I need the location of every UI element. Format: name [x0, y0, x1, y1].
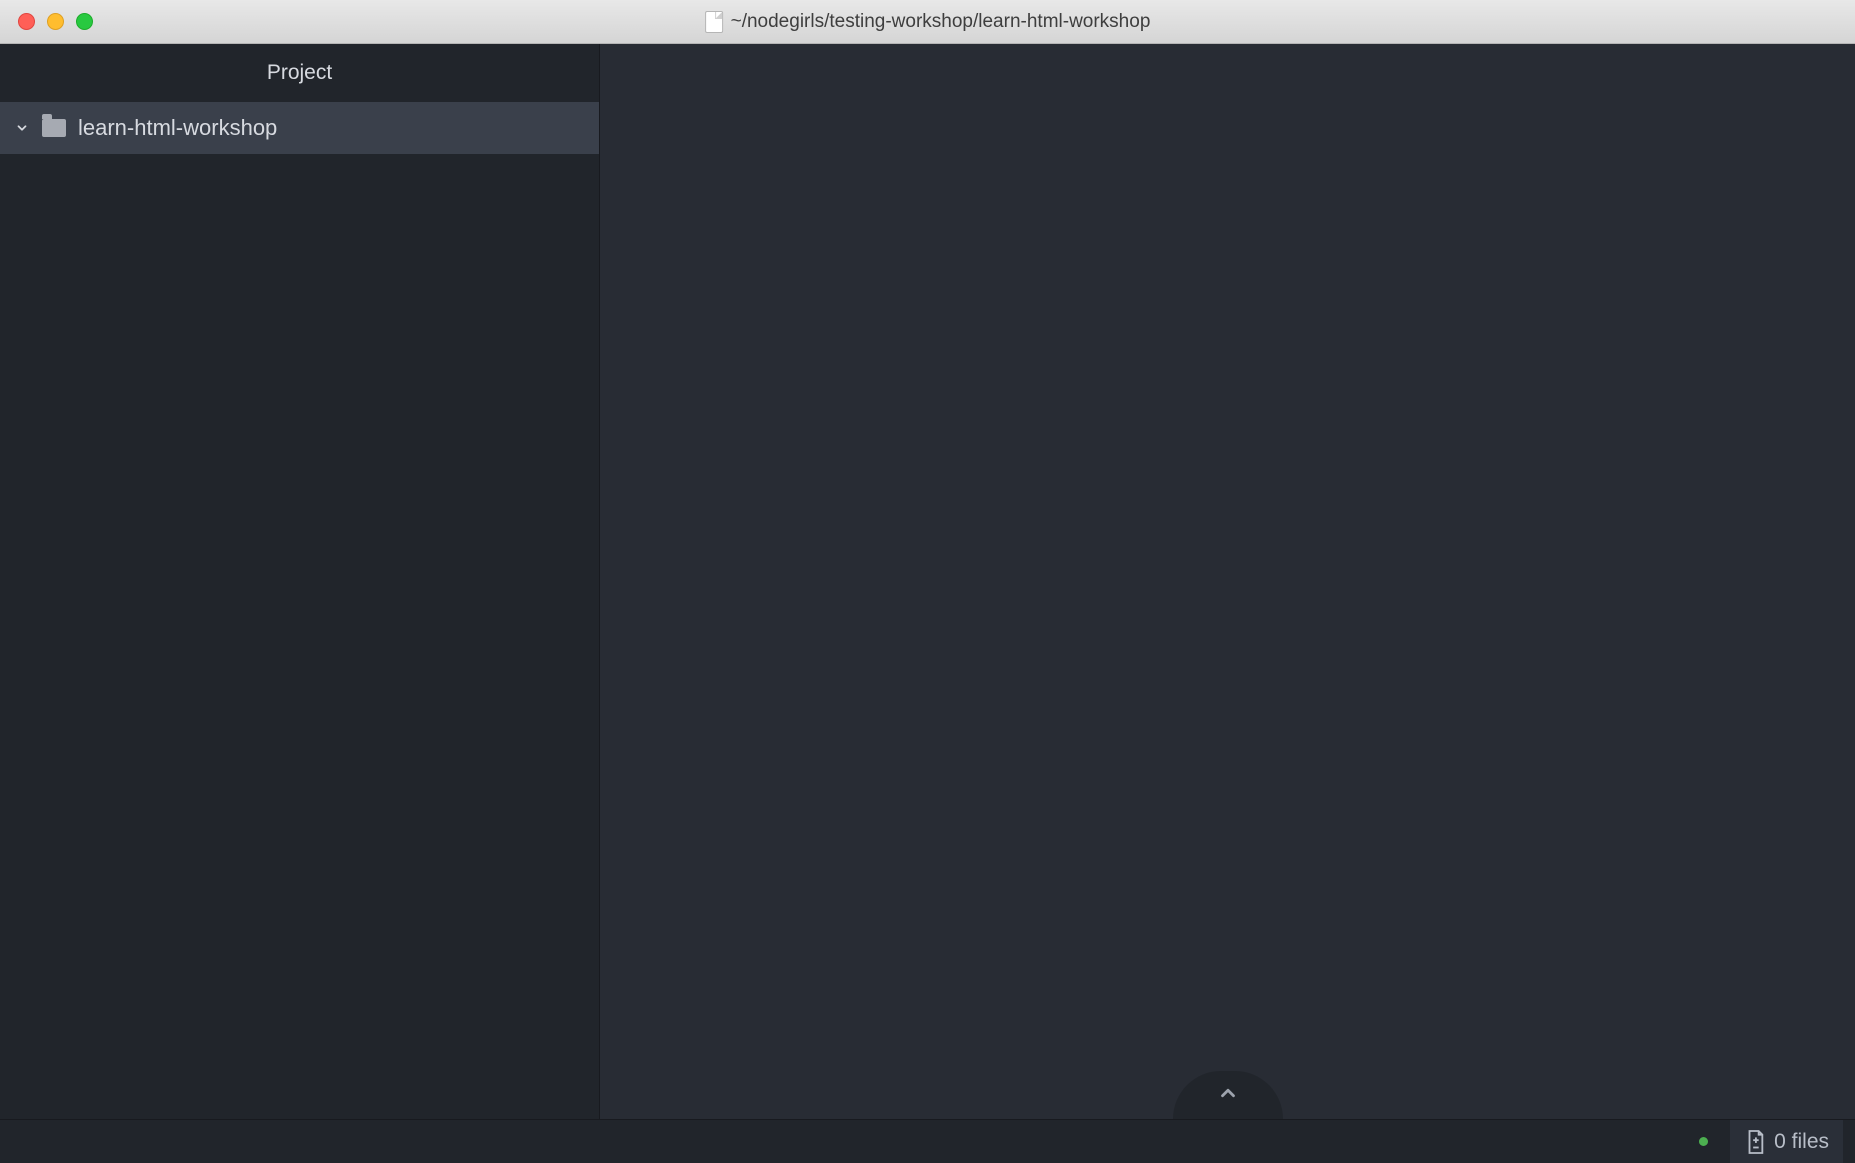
minimize-window-button[interactable] — [47, 13, 64, 30]
sidebar-title: Project — [0, 44, 599, 102]
project-sidebar: Project learn-html-workshop — [0, 44, 600, 1119]
status-indicator-dot[interactable] — [1699, 1137, 1708, 1146]
chevron-down-icon[interactable] — [14, 120, 30, 136]
window-title-path: ~/nodegirls/testing-workshop/learn-html-… — [731, 11, 1151, 33]
project-tree[interactable]: learn-html-workshop — [0, 102, 599, 1119]
git-diff-icon — [1744, 1129, 1766, 1155]
git-status-block[interactable]: 0 files — [1730, 1120, 1843, 1163]
close-window-button[interactable] — [18, 13, 35, 30]
window-controls — [0, 13, 93, 30]
titlebar: ~/nodegirls/testing-workshop/learn-html-… — [0, 0, 1855, 44]
file-page-icon — [705, 11, 723, 33]
bottom-dock-toggle[interactable] — [1173, 1071, 1283, 1119]
body: Project learn-html-workshop — [0, 44, 1855, 1119]
status-bar: 0 files — [0, 1119, 1855, 1163]
title-center: ~/nodegirls/testing-workshop/learn-html-… — [705, 11, 1151, 33]
tree-root-label: learn-html-workshop — [78, 115, 277, 141]
folder-icon — [42, 119, 66, 137]
editor-area[interactable] — [600, 44, 1855, 1119]
git-files-count: 0 files — [1774, 1130, 1829, 1154]
maximize-window-button[interactable] — [76, 13, 93, 30]
editor-window: ~/nodegirls/testing-workshop/learn-html-… — [0, 0, 1855, 1163]
tree-root-item[interactable]: learn-html-workshop — [0, 102, 599, 154]
chevron-up-icon — [1217, 1082, 1239, 1109]
